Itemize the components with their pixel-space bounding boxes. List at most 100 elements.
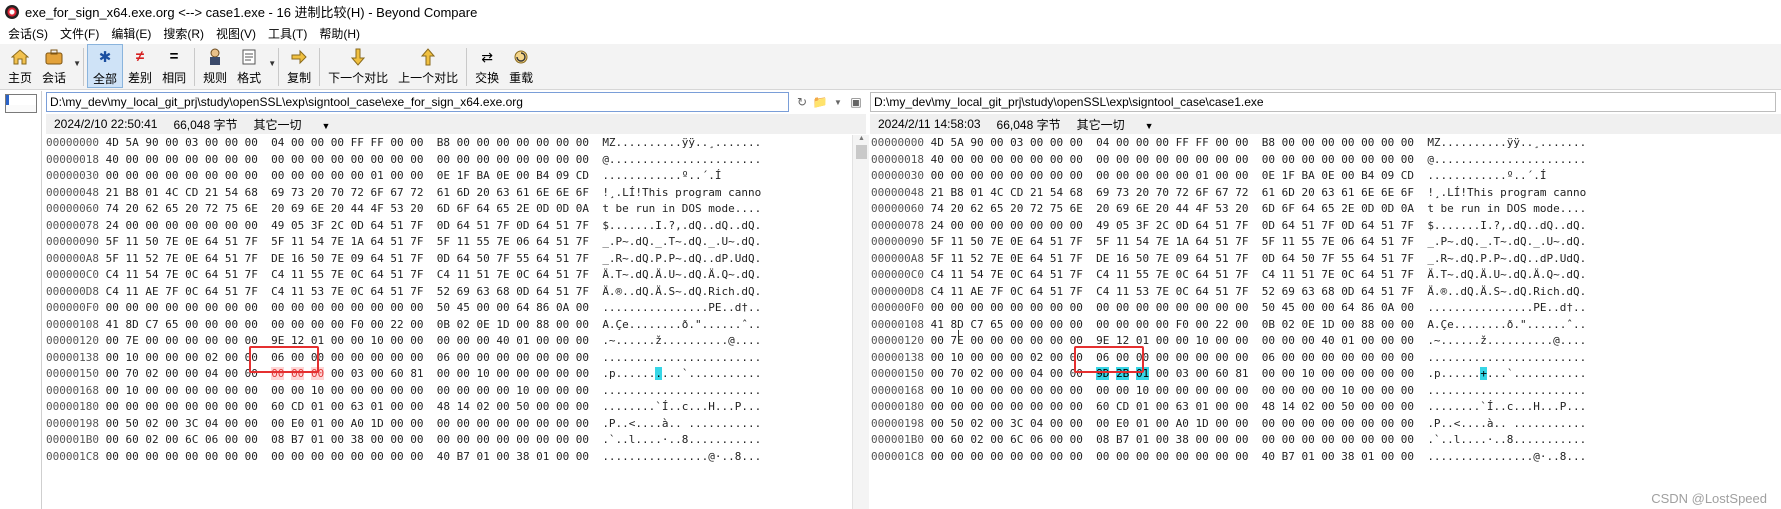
left-path-tools: ↻ 📁 ▼ ▣ <box>794 94 866 110</box>
hex-row[interactable]: 00000108 41 8D C7 65 00 00 00 00 00 00 0… <box>46 317 852 334</box>
right-hex-pane[interactable]: 00000000 4D 5A 90 00 03 00 00 00 04 00 0… <box>871 135 1776 509</box>
hex-row[interactable]: 00000048 21 B8 01 4C CD 21 54 68 69 73 2… <box>871 185 1776 202</box>
toolbar-separator <box>83 48 85 86</box>
hex-row[interactable]: 000000C0 C4 11 54 7E 0C 64 51 7F C4 11 5… <box>871 267 1776 284</box>
rules-label: 规则 <box>203 71 228 85</box>
hex-row[interactable]: 000000F0 00 00 00 00 00 00 00 00 00 00 0… <box>46 300 852 317</box>
next-diff-button[interactable]: 下一个对比 <box>323 44 393 88</box>
hex-bytes: C4 11 54 7E 0C 64 51 7F C4 11 55 7E 0C 6… <box>105 268 590 281</box>
hex-row[interactable]: 000001B0 00 60 02 00 6C 06 00 00 08 B7 0… <box>871 432 1776 449</box>
save-icon[interactable]: ▣ <box>848 94 864 110</box>
menu-search[interactable]: 搜索(R) <box>157 25 210 42</box>
session-button[interactable]: 会话 ▼ <box>37 44 81 88</box>
swap-button[interactable]: ⇄ 交换 <box>470 44 504 88</box>
show-all-button[interactable]: ✱ 全部 <box>87 44 124 88</box>
left-encoding-select[interactable]: 其它一切 ▼ <box>253 116 346 133</box>
hex-row[interactable]: 000001C8 00 00 00 00 00 00 00 00 00 00 0… <box>871 449 1776 466</box>
hex-offset: 00000048 <box>871 185 924 199</box>
hex-bytes: 00 50 02 00 3C 04 00 00 00 E0 01 00 A0 1… <box>105 416 590 430</box>
hex-row[interactable]: 00000000 4D 5A 90 00 03 00 00 00 04 00 0… <box>871 135 1776 152</box>
hex-row[interactable]: 00000138 00 10 00 00 00 02 00 00 06 00 0… <box>46 350 852 367</box>
hex-bytes: 00 70 02 00 00 04 00 00 9D 2B 01 00 03 0… <box>930 367 1415 380</box>
hex-row[interactable]: 00000198 00 50 02 00 3C 04 00 00 00 E0 0… <box>871 416 1776 433</box>
arrow-down-icon <box>347 47 369 67</box>
hex-row[interactable]: 00000000 4D 5A 90 00 03 00 00 00 04 00 0… <box>46 135 852 152</box>
show-same-button[interactable]: = 相同 <box>157 44 191 88</box>
hex-row[interactable]: 00000180 00 00 00 00 00 00 00 00 60 CD 0… <box>871 399 1776 416</box>
menu-session[interactable]: 会话(S) <box>2 25 54 42</box>
reload-button[interactable]: 重载 <box>504 44 538 88</box>
hex-row[interactable]: 00000108 41 8D C7 65 00 00 00 00 00 00 0… <box>871 317 1776 334</box>
format-dropdown-icon[interactable]: ▼ <box>268 59 276 68</box>
overview-thumbnail-lower <box>5 105 37 113</box>
chevron-down-icon: ▼ <box>1144 120 1154 131</box>
left-path-row: ↻ 📁 ▼ ▣ <box>46 91 866 113</box>
folder-open-icon[interactable]: 📁 <box>812 94 828 110</box>
hex-ascii: MZ..........ÿÿ..¸....... <box>1427 136 1587 149</box>
hex-offset: 00000078 <box>46 218 99 232</box>
menu-view[interactable]: 视图(V) <box>210 25 262 42</box>
hex-bytes: 00 00 00 00 00 00 00 00 00 00 00 00 00 0… <box>105 449 590 463</box>
format-button[interactable]: 格式 ▼ <box>232 44 276 88</box>
hex-row[interactable]: 00000090 5F 11 50 7E 0E 64 51 7F 5F 11 5… <box>871 234 1776 251</box>
show-diffs-button[interactable]: ≠ 差别 <box>123 44 157 88</box>
hex-row[interactable]: 00000078 24 00 00 00 00 00 00 00 49 05 3… <box>46 218 852 235</box>
hex-row[interactable]: 00000030 00 00 00 00 00 00 00 00 00 00 0… <box>46 168 852 185</box>
hex-row[interactable]: 000000A8 5F 11 52 7E 0E 64 51 7F DE 16 5… <box>46 251 852 268</box>
title-bar: exe_for_sign_x64.exe.org <--> case1.exe … <box>0 0 1781 23</box>
hex-row[interactable]: 00000168 00 10 00 00 00 00 00 00 00 00 1… <box>46 383 852 400</box>
history-icon[interactable]: ↻ <box>794 94 810 110</box>
hex-ascii: Ä.T~.dQ.Ä.U~.dQ.Ä.Q~.dQ. <box>602 268 762 281</box>
overview-gutter[interactable] <box>0 91 42 509</box>
hex-row[interactable]: 000000C0 C4 11 54 7E 0C 64 51 7F C4 11 5… <box>46 267 852 284</box>
left-hex-pane[interactable]: 00000000 4D 5A 90 00 03 00 00 00 04 00 0… <box>46 135 852 509</box>
hex-row[interactable]: 00000030 00 00 00 00 00 00 00 00 00 00 0… <box>871 168 1776 185</box>
hex-row[interactable]: 00000078 24 00 00 00 00 00 00 00 49 05 3… <box>871 218 1776 235</box>
left-path-input[interactable] <box>46 92 789 112</box>
hex-row[interactable]: 000001B0 00 60 02 00 6C 06 00 00 08 B7 0… <box>46 432 852 449</box>
hex-ascii: .p......+...`........... <box>1427 367 1587 380</box>
hex-row[interactable]: 000000A8 5F 11 52 7E 0E 64 51 7F DE 16 5… <box>871 251 1776 268</box>
hex-offset: 00000120 <box>46 334 99 347</box>
hex-row[interactable]: 00000138 00 10 00 00 00 02 00 00 06 00 0… <box>871 350 1776 367</box>
hex-row[interactable]: 000000F0 00 00 00 00 00 00 00 00 00 00 0… <box>871 300 1776 317</box>
hex-row[interactable]: 00000120 00 7E 00 00 00 00 00 00 9E 12 0… <box>46 333 852 350</box>
right-path-input[interactable] <box>870 92 1776 112</box>
hex-ascii: !¸.LÍ!This program canno <box>1427 185 1587 199</box>
menu-tools[interactable]: 工具(T) <box>262 25 313 42</box>
hex-bytes: 00 00 00 00 00 00 00 00 60 CD 01 00 63 0… <box>105 400 590 413</box>
hex-row[interactable]: 00000060 74 20 62 65 20 72 75 6E 20 69 6… <box>871 201 1776 218</box>
hex-ascii: Ä.T~.dQ.Ä.U~.dQ.Ä.Q~.dQ. <box>1427 268 1587 281</box>
hex-row[interactable]: 000001C8 00 00 00 00 00 00 00 00 00 00 0… <box>46 449 852 466</box>
hex-row[interactable]: 00000150 00 70 02 00 00 04 00 00 00 00 0… <box>46 366 852 383</box>
right-encoding-select[interactable]: 其它一切 ▼ <box>1077 116 1170 133</box>
hex-row[interactable]: 00000048 21 B8 01 4C CD 21 54 68 69 73 2… <box>46 185 852 202</box>
hex-ascii: ........................ <box>1427 383 1587 397</box>
home-button[interactable]: 主页 <box>3 44 37 88</box>
hex-row[interactable]: 00000090 5F 11 50 7E 0E 64 51 7F 5F 11 5… <box>46 234 852 251</box>
hex-row[interactable]: 00000018 40 00 00 00 00 00 00 00 00 00 0… <box>46 152 852 169</box>
scroll-up-icon[interactable]: ▲ <box>853 135 870 143</box>
left-scroll-thumb[interactable] <box>856 145 867 159</box>
hex-row[interactable]: 000000D8 C4 11 AE 7F 0C 64 51 7F C4 11 5… <box>871 284 1776 301</box>
hex-row[interactable]: 00000180 00 00 00 00 00 00 00 00 60 CD 0… <box>46 399 852 416</box>
menu-file[interactable]: 文件(F) <box>54 25 105 42</box>
left-scrollbar[interactable]: ▲ <box>852 135 869 509</box>
menu-edit[interactable]: 编辑(E) <box>105 25 157 42</box>
hex-row[interactable]: 00000168 00 10 00 00 00 00 00 00 00 00 1… <box>871 383 1776 400</box>
folder-dropdown-icon[interactable]: ▼ <box>830 94 846 110</box>
home-label: 主页 <box>8 71 33 85</box>
rules-button[interactable]: 规则 <box>198 44 232 88</box>
copy-button[interactable]: 复制 <box>282 44 316 88</box>
hex-row[interactable]: 00000120 00 7E 00 00 00 00 00 00 9E 12 0… <box>871 333 1776 350</box>
prev-diff-button[interactable]: 上一个对比 <box>393 44 463 88</box>
hex-row[interactable]: 00000198 00 50 02 00 3C 04 00 00 00 E0 0… <box>46 416 852 433</box>
right-diff-highlight <box>1074 346 1144 373</box>
hex-ascii: $.......I.?,.dQ..dQ..dQ. <box>602 218 762 232</box>
hex-row[interactable]: 00000018 40 00 00 00 00 00 00 00 00 00 0… <box>871 152 1776 169</box>
hex-row[interactable]: 00000150 00 70 02 00 00 04 00 00 9D 2B 0… <box>871 366 1776 383</box>
menu-help[interactable]: 帮助(H) <box>313 25 366 42</box>
hex-row[interactable]: 000000D8 C4 11 AE 7F 0C 64 51 7F C4 11 5… <box>46 284 852 301</box>
hex-row[interactable]: 00000060 74 20 62 65 20 72 75 6E 20 69 6… <box>46 201 852 218</box>
session-dropdown-icon[interactable]: ▼ <box>73 59 81 68</box>
